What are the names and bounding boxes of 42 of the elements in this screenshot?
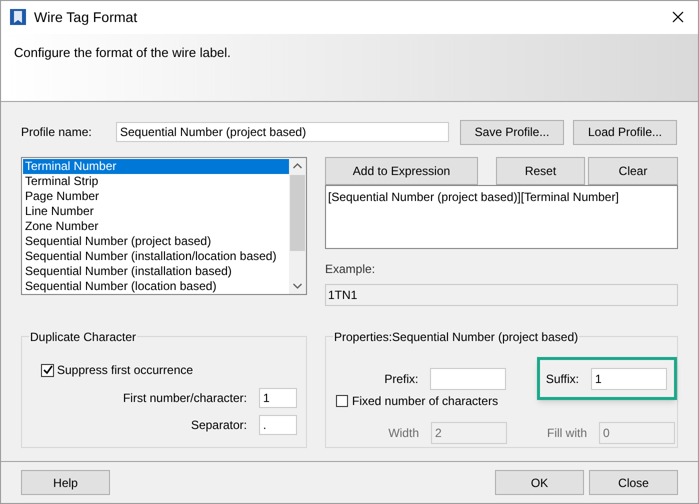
load-profile-button[interactable]: Load Profile...	[573, 120, 677, 144]
list-item[interactable]: Terminal Strip	[23, 174, 289, 189]
field-label: Width	[387, 425, 419, 442]
checkbox-label[interactable]: Suppress first occurrence	[57, 361, 194, 379]
field-label: Fill with	[546, 425, 587, 442]
field-label: Prefix:	[383, 370, 418, 388]
app-icon	[9, 8, 27, 26]
prefix-field[interactable]	[430, 368, 506, 390]
first-number-field[interactable]: 1	[259, 388, 297, 408]
field-label: Separator:	[190, 417, 247, 434]
suffix-field[interactable]: 1	[591, 368, 668, 390]
separator-field[interactable]: .	[259, 415, 297, 435]
example-field: 1TN1	[325, 284, 678, 306]
save-profile-button[interactable]: Save Profile...	[460, 120, 564, 144]
list-item[interactable]: Sequential Number (location based)	[23, 279, 289, 294]
list-item[interactable]: Sequential Number (installation based)	[23, 264, 289, 279]
add-to-expression-button[interactable]: Add to Expression	[325, 157, 478, 185]
list-item[interactable]: Sequential Number (project based)	[23, 234, 289, 249]
field-label: Profile name:	[21, 124, 93, 141]
example-label: Example:	[325, 261, 376, 278]
help-button[interactable]: Help	[21, 470, 110, 495]
expression-field[interactable]: [Sequential Number (project based)][Terminal Number]	[325, 185, 678, 249]
list-item[interactable]: Terminal Number	[23, 159, 289, 174]
close-icon[interactable]	[672, 11, 684, 24]
profile-name-field[interactable]: Sequential Number (project based)	[116, 122, 449, 142]
field-label: First number/character:	[122, 390, 247, 407]
checkbox-label[interactable]: Fixed number of characters	[352, 392, 498, 410]
list-item[interactable]: Line Number	[23, 204, 289, 219]
description-text: Configure the format of the wire label.	[14, 44, 231, 60]
checkbox[interactable]	[336, 395, 348, 407]
checkbox[interactable]	[41, 364, 54, 376]
list-item[interactable]: Page Number	[23, 189, 289, 204]
field-label: Suffix:	[546, 370, 580, 388]
ok-button[interactable]: OK	[495, 470, 584, 495]
checkmark-icon	[42, 365, 52, 375]
window-title: Wire Tag Format	[34, 8, 138, 27]
clear-button[interactable]: Clear	[588, 157, 678, 185]
close-button[interactable]: Close	[589, 470, 678, 495]
list-item[interactable]: Zone Number	[23, 219, 289, 234]
scrollbar-drawing[interactable]	[289, 158, 306, 294]
list-item[interactable]: Sequential Number (installation/location based)	[23, 249, 289, 264]
reset-button[interactable]: Reset	[496, 157, 585, 185]
